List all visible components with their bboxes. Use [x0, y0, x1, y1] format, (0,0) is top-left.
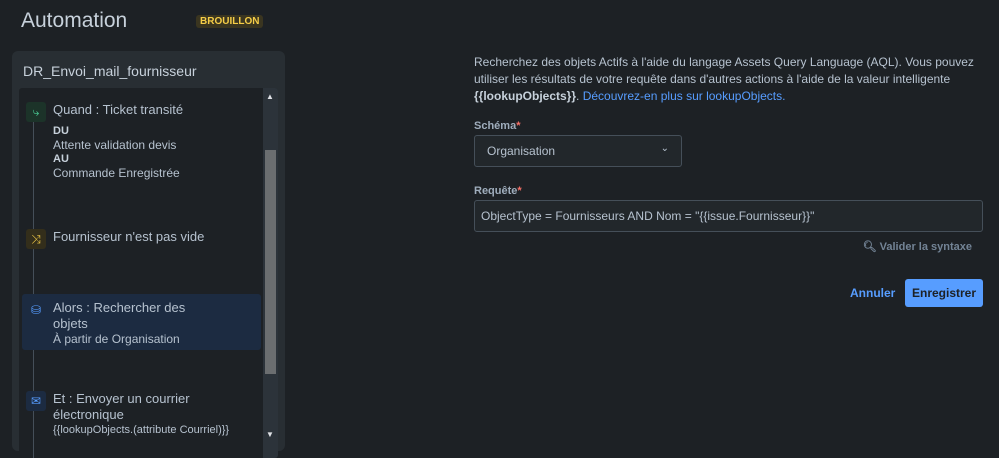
scroll-down-icon[interactable]: ▼ — [266, 430, 274, 439]
query-label: Requête* — [474, 185, 522, 197]
description-text: Recherchez des objets Actifs à l'aide du… — [474, 55, 974, 86]
schema-select[interactable]: Organisation ⌄ — [474, 135, 682, 167]
schema-value: Organisation — [487, 144, 556, 158]
cancel-button[interactable]: Annuler — [850, 286, 895, 300]
lookup-form: Recherchez des objets Actifs à l'aide du… — [474, 54, 984, 307]
learn-more-link[interactable]: Découvrez-en plus sur lookupObjects. — [583, 89, 786, 103]
validate-label: Valider la syntaxe — [879, 241, 972, 253]
description: Recherchez des objets Actifs à l'aide du… — [474, 54, 984, 105]
scrollbar-thumb[interactable] — [265, 150, 276, 374]
condition-shuffle-icon: ⤨ — [26, 229, 46, 249]
query-label-text: Requête — [474, 185, 518, 197]
step-send-email[interactable]: ✉ Et : Envoyer un courrier électronique … — [22, 385, 261, 443]
save-button[interactable]: Enregistrer — [905, 279, 983, 307]
step-subtitle: {{lookupObjects.(attribute Courriel)}} — [53, 424, 230, 436]
schema-label: Schéma* — [474, 120, 520, 132]
step-subtitle: À partir de Organisation — [53, 332, 180, 346]
step-condition[interactable]: ⤨ Fournisseur n'est pas vide — [22, 223, 261, 251]
description-sep: . — [576, 89, 583, 103]
from-status: Attente validation devis — [53, 138, 177, 152]
scrollbar[interactable]: ▲ ▼ — [263, 88, 278, 458]
database-icon: ⛁ — [30, 303, 42, 317]
page-title: Automation — [21, 9, 128, 32]
step-title: Quand : Ticket transité — [53, 102, 184, 117]
step-title: Et : Envoyer un courrier électronique — [53, 391, 190, 422]
rule-steps-list: ⤷ Quand : Ticket transité DU Attente val… — [19, 88, 278, 458]
rule-panel: DR_Envoi_mail_fournisseur ⤷ Quand : Tick… — [12, 51, 285, 458]
chevron-down-icon: ⌄ — [660, 143, 669, 154]
to-label: AU — [53, 153, 69, 165]
search-icon: 🔍︎ — [862, 241, 877, 253]
validate-syntax-button[interactable]: 🔍︎ Valider la syntaxe — [863, 240, 972, 253]
mail-icon: ✉ — [26, 391, 46, 411]
step-trigger[interactable]: ⤷ Quand : Ticket transité DU Attente val… — [22, 96, 261, 186]
step-title: Alors : Rechercher des objets — [53, 300, 186, 331]
rule-name: DR_Envoi_mail_fournisseur — [23, 63, 197, 79]
query-input[interactable]: ObjectType = Fournisseurs AND Nom = "{{i… — [474, 200, 983, 232]
from-label: DU — [53, 125, 69, 137]
required-mark: * — [516, 120, 521, 132]
scroll-up-icon[interactable]: ▲ — [266, 92, 274, 101]
step-title: Fournisseur n'est pas vide — [53, 229, 205, 244]
smart-value: {{lookupObjects}} — [474, 89, 577, 103]
step-lookup-objects[interactable]: ⛁ Alors : Rechercher des objets À partir… — [22, 294, 261, 350]
schema-label-text: Schéma — [474, 120, 517, 132]
to-status: Commande Enregistrée — [53, 166, 180, 180]
status-badge: BROUILLON — [196, 15, 264, 28]
required-mark: * — [517, 185, 522, 197]
transition-icon: ⤷ — [26, 102, 46, 122]
